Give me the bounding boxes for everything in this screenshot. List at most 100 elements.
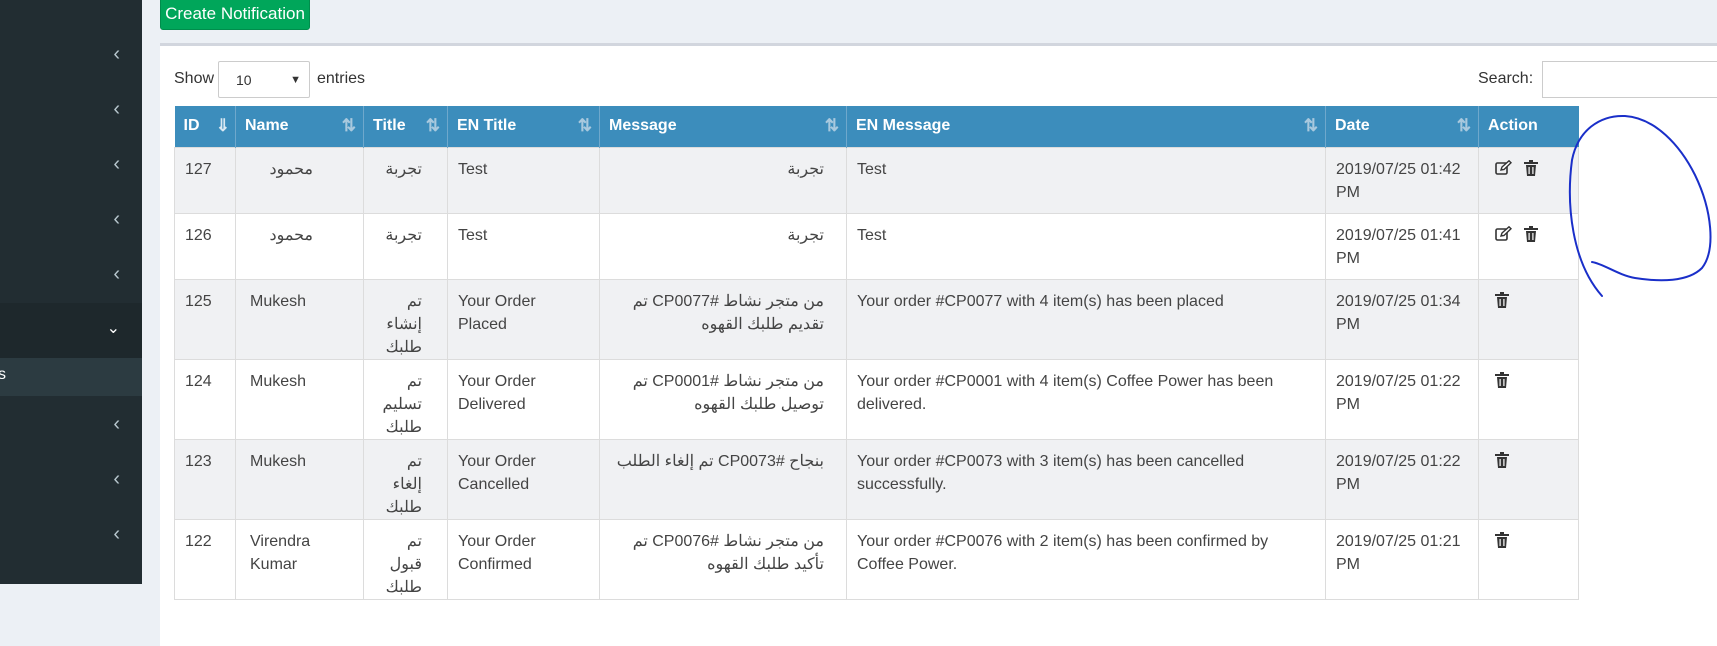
chevron-left-icon: ‹: [113, 263, 120, 285]
chevron-left-icon: ‹: [113, 208, 120, 230]
search-label: Search:: [1478, 70, 1534, 87]
column-header-label: Name: [245, 117, 289, 135]
sort-icon[interactable]: ⇅: [426, 116, 440, 136]
column-header[interactable]: EN Title ⇅: [447, 106, 600, 147]
title-cell: تم إلغاء طلبك: [363, 438, 448, 520]
sidebar-item[interactable]: ‹: [0, 85, 142, 135]
sidebar-item-open[interactable]: ⌄: [0, 303, 142, 358]
name-cell: Mukesh: [235, 278, 364, 360]
en-title-cell: Your Order Delivered: [447, 358, 600, 440]
sort-icon[interactable]: ⇅: [1457, 116, 1471, 136]
edit-icon[interactable]: [1495, 225, 1513, 249]
chevron-left-icon: ‹: [113, 523, 120, 545]
name-cell: Mukesh: [235, 358, 364, 440]
sidebar: ‹ ‹ ‹ ‹ ‹ ⌄ s ‹ ‹ ‹: [0, 0, 142, 584]
action-cell: [1478, 278, 1579, 360]
trash-icon[interactable]: [1495, 451, 1509, 475]
trash-icon[interactable]: [1495, 371, 1509, 395]
title-cell: تجربة: [363, 212, 448, 280]
name-cell: Virendra Kumar: [235, 518, 364, 600]
entries-label: entries: [317, 70, 366, 87]
id-cell: 124: [174, 358, 236, 440]
chevron-left-icon: ‹: [113, 468, 120, 490]
en-title-cell: Your Order Confirmed: [447, 518, 600, 600]
message-cell: تجربة: [599, 212, 847, 280]
chevron-left-icon: ‹: [113, 413, 120, 435]
en-message-cell: Test: [846, 146, 1326, 214]
en-message-cell: Test: [846, 212, 1326, 280]
column-header-label: Title: [373, 117, 406, 135]
main-content: Create Notification Show 10 ▼ entries Se…: [142, 0, 1717, 646]
title-cell: تم قبول طلبك: [363, 518, 448, 600]
sidebar-item[interactable]: ‹: [0, 400, 142, 450]
action-cell: [1478, 146, 1579, 214]
sidebar-item[interactable]: ‹: [0, 140, 142, 190]
action-cell: [1478, 212, 1579, 280]
sidebar-subitem-label: s: [0, 366, 6, 383]
trash-icon[interactable]: [1524, 159, 1538, 183]
en-message-cell: Your order #CP0001 with 4 item(s) Coffee…: [846, 358, 1326, 440]
show-label: Show: [174, 70, 215, 87]
sidebar-subitem-active[interactable]: s: [0, 358, 142, 396]
title-cell: تجربة: [363, 146, 448, 214]
table-row: 127 محمود تجربة Test تجربة Test 2019/07/25 01:…: [174, 146, 1579, 214]
table-header-row: ID ⇓ Name ⇅ Title ⇅ EN Title ⇅ Message ⇅ EN Messag…: [174, 106, 1579, 147]
name-cell: Mukesh: [235, 438, 364, 520]
en-title-cell: Test: [447, 212, 600, 280]
create-notification-button[interactable]: Create Notification: [160, 0, 310, 30]
column-header[interactable]: EN Message ⇅: [846, 106, 1326, 147]
message-cell: تجربة: [599, 146, 847, 214]
sidebar-item[interactable]: ‹: [0, 455, 142, 505]
date-cell: 2019/07/25 01:22 PM: [1325, 358, 1479, 440]
column-header-label: ID: [183, 117, 200, 135]
action-cell: [1478, 518, 1579, 600]
action-cell: [1478, 438, 1579, 520]
table-row: 124 Mukesh تم تسليم طلبك Your Order Deliver…: [174, 358, 1579, 440]
column-header-label: Message: [609, 117, 677, 135]
sort-icon[interactable]: ⇅: [825, 116, 839, 136]
column-header[interactable]: Date ⇅: [1325, 106, 1479, 147]
chevron-left-icon: ‹: [113, 98, 120, 120]
column-header[interactable]: Title ⇅: [363, 106, 448, 147]
en-title-cell: Test: [447, 146, 600, 214]
table-row: 123 Mukesh تم إلغاء طلبك Your Order Cancell…: [174, 438, 1579, 520]
message-cell: من متجر نشاط CP0077# تم تقديم طلبك القهو…: [599, 278, 847, 360]
table-row: 122 Virendra Kumar تم قبول طلبك Your Order …: [174, 518, 1579, 600]
table-row: 126 محمود تجربة Test تجربة Test 2019/07/25 01:…: [174, 212, 1579, 280]
sidebar-item[interactable]: ‹: [0, 195, 142, 245]
action-cell: [1478, 358, 1579, 440]
column-header-label: EN Title: [457, 117, 517, 135]
id-cell: 123: [174, 438, 236, 520]
length-value: 10: [236, 72, 252, 88]
message-cell: من متجر نشاط CP0001# تم توصيل طلبك القهو…: [599, 358, 847, 440]
caret-down-icon: ▼: [290, 74, 301, 86]
sidebar-item[interactable]: ‹: [0, 510, 142, 560]
notifications-box: Show 10 ▼ entries Search: ID ⇓ Name ⇅ Title ⇅…: [160, 43, 1717, 646]
trash-icon[interactable]: [1524, 225, 1538, 249]
column-header[interactable]: Name ⇅: [235, 106, 364, 147]
chevron-down-icon: ⌄: [106, 320, 120, 337]
sort-icon[interactable]: ⇓: [216, 116, 230, 136]
name-cell: محمود: [235, 146, 364, 214]
notifications-table: ID ⇓ Name ⇅ Title ⇅ EN Title ⇅ Message ⇅ EN Messag…: [174, 106, 1579, 600]
en-message-cell: Your order #CP0073 with 3 item(s) has be…: [846, 438, 1326, 520]
entries-length-select[interactable]: 10 ▼: [218, 61, 310, 98]
en-message-cell: Your order #CP0077 with 4 item(s) has be…: [846, 278, 1326, 360]
column-header-label: Action: [1488, 117, 1538, 135]
edit-icon[interactable]: [1495, 159, 1513, 183]
column-header[interactable]: Message ⇅: [599, 106, 847, 147]
sort-icon[interactable]: ⇅: [1304, 116, 1318, 136]
sidebar-item[interactable]: ‹: [0, 250, 142, 300]
table-row: 125 Mukesh تم إنشاء طلبك Your Order Placed م…: [174, 278, 1579, 360]
trash-icon[interactable]: [1495, 291, 1509, 315]
chevron-left-icon: ‹: [113, 43, 120, 65]
column-header[interactable]: ID ⇓: [174, 106, 236, 147]
sidebar-item[interactable]: ‹: [0, 30, 142, 80]
column-header[interactable]: Action: [1478, 106, 1579, 147]
sort-icon[interactable]: ⇅: [342, 116, 356, 136]
date-cell: 2019/07/25 01:21 PM: [1325, 518, 1479, 600]
trash-icon[interactable]: [1495, 531, 1509, 555]
sort-icon[interactable]: ⇅: [578, 116, 592, 136]
en-title-cell: Your Order Cancelled: [447, 438, 600, 520]
search-input[interactable]: [1542, 61, 1717, 98]
